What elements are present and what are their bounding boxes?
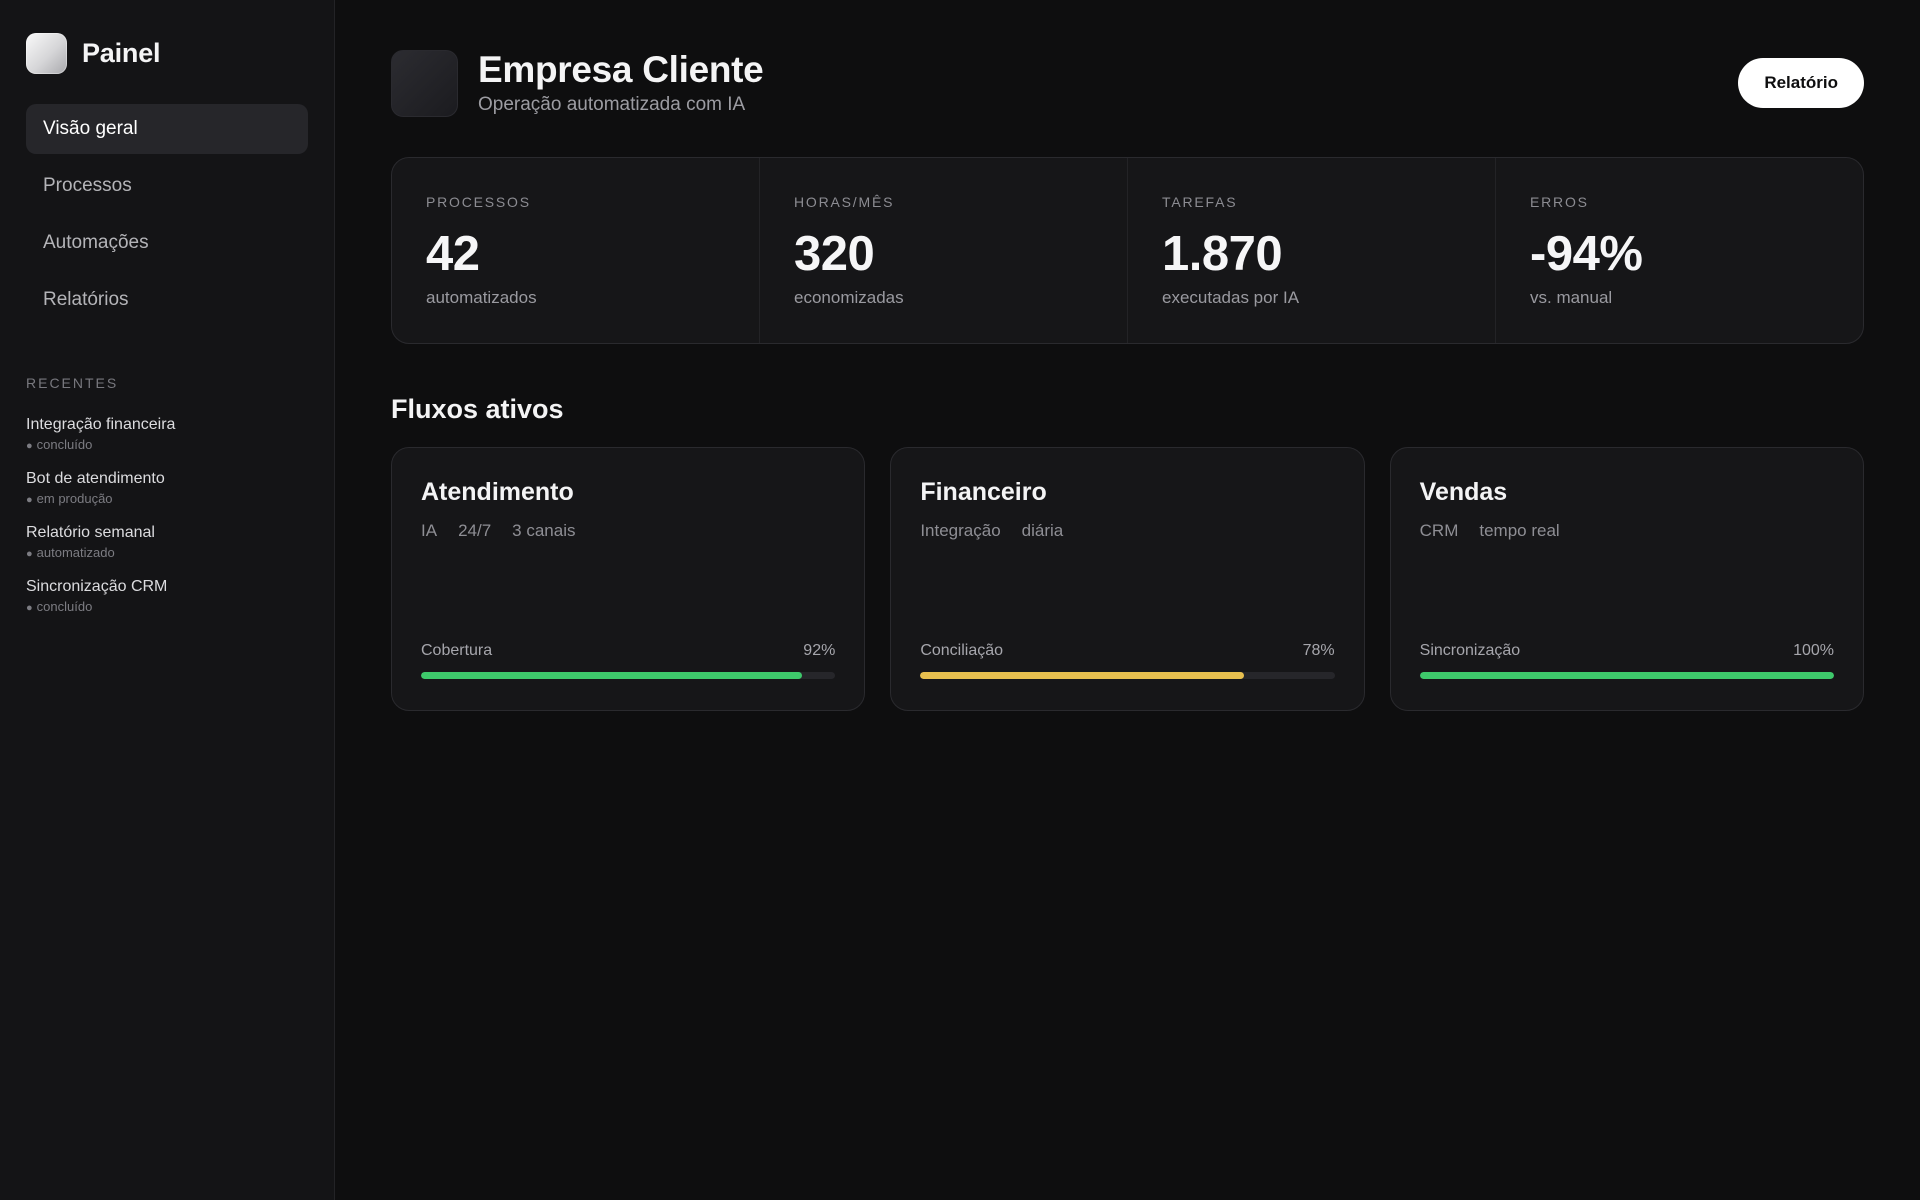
recent-item-status-row: ● em produção (26, 490, 308, 509)
flow-metric-label: Conciliação (920, 642, 1004, 659)
page-title: Empresa Cliente (478, 49, 764, 90)
recent-item-name: Sincronização CRM (26, 578, 168, 595)
stat-erros: ERROS -94% vs. manual (1496, 158, 1863, 343)
recent-section-title: RECENTES (26, 375, 119, 391)
progress-track (421, 672, 836, 679)
stat-processos: PROCESSOS 42 automatizados (392, 158, 760, 343)
section-title: Fluxos ativos (391, 394, 564, 424)
main-content: Empresa Cliente Operação automatizada co… (335, 0, 1920, 1200)
brand-name: Painel (82, 38, 161, 68)
flow-metric: Sincronização 100% (1419, 642, 1834, 679)
flow-metric-row: Conciliação 78% (920, 642, 1334, 660)
flow-title: Financeiro (920, 478, 1047, 506)
nav-item-automacoes[interactable]: Automações (26, 218, 308, 268)
recent-item[interactable]: Bot de atendimento ● em produção (26, 469, 308, 509)
status-dot-icon: ● (26, 548, 33, 560)
nav-item-label: Visão geral (43, 118, 138, 139)
nav-item-processos[interactable]: Processos (26, 161, 308, 211)
flow-metric-value: 92% (803, 642, 836, 659)
progress-track (920, 672, 1335, 679)
nav-item-visao-geral[interactable]: Visão geral (26, 104, 308, 154)
page-header: Empresa Cliente Operação automatizada co… (391, 49, 1864, 117)
recent-list: Integração financeira ● concluído Bot de … (26, 415, 308, 617)
nav-item-label: Automações (43, 232, 149, 253)
app: Painel Visão geral Processos Automações … (0, 0, 1920, 1200)
recent-item[interactable]: Integração financeira ● concluído (26, 415, 308, 455)
flow-card-atendimento[interactable]: Atendimento IA 24/7 3 canais Cobertura 9… (391, 447, 866, 711)
flow-tags: Integração diária (920, 521, 1334, 541)
flow-tag: 24/7 (458, 521, 492, 540)
nav-item-relatorios[interactable]: Relatórios (26, 275, 308, 325)
recent-item-status: automatizado (36, 545, 115, 560)
recent-item-status-row: ● automatizado (26, 544, 308, 563)
recent-item-status-row: ● concluído (26, 598, 308, 617)
header-left: Empresa Cliente Operação automatizada co… (391, 49, 764, 117)
flow-card-vendas[interactable]: Vendas CRM tempo real Sincronização 100% (1389, 447, 1864, 711)
brand[interactable]: Painel (26, 33, 308, 74)
flow-metric-row: Cobertura 92% (421, 642, 835, 660)
flow-tag: CRM (1419, 521, 1459, 540)
stat-sub: vs. manual (1530, 288, 1613, 307)
nav-item-label: Processos (43, 175, 132, 196)
status-dot-icon: ● (26, 440, 33, 452)
flow-title: Atendimento (421, 478, 574, 506)
company-logo-icon (391, 49, 458, 117)
flow-tag: 3 canais (512, 521, 576, 540)
recent-item-name: Relatório semanal (26, 524, 155, 541)
flow-metric: Conciliação 78% (920, 642, 1335, 679)
recent-item-status: concluído (36, 437, 93, 452)
stat-sub: automatizados (426, 288, 537, 307)
flow-tag: IA (421, 521, 438, 540)
recent-item-name: Bot de atendimento (26, 470, 165, 487)
sidebar: Painel Visão geral Processos Automações … (0, 0, 335, 1200)
stat-label: ERROS (1530, 194, 1589, 210)
progress-fill (920, 672, 1244, 679)
flow-metric-row: Sincronização 100% (1420, 642, 1834, 660)
progress-fill (1419, 672, 1834, 679)
stat-sub: executadas por IA (1162, 288, 1300, 307)
recent-item[interactable]: Sincronização CRM ● concluído (26, 577, 308, 617)
stat-horas: HORAS/MÊS 320 economizadas (760, 158, 1128, 343)
progress-fill (421, 672, 803, 679)
flow-tags: CRM tempo real (1420, 521, 1834, 541)
progress-track (1419, 672, 1834, 679)
flows-grid: Atendimento IA 24/7 3 canais Cobertura 9… (391, 447, 1864, 711)
flow-tag: diária (1021, 521, 1064, 540)
stats-panel: PROCESSOS 42 automatizados HORAS/MÊS 320… (391, 157, 1864, 344)
flow-tags: IA 24/7 3 canais (421, 521, 835, 541)
recent-item-status: em produção (36, 491, 113, 506)
brand-logo-icon (26, 33, 67, 74)
report-button[interactable]: Relatório (1738, 58, 1864, 108)
stat-tarefas: TAREFAS 1.870 executadas por IA (1128, 158, 1496, 343)
stat-label: PROCESSOS (426, 194, 531, 210)
status-dot-icon: ● (26, 602, 33, 614)
status-dot-icon: ● (26, 494, 33, 506)
stat-label: TAREFAS (1162, 194, 1238, 210)
nav-item-label: Relatórios (43, 289, 129, 310)
stat-value: 320 (794, 227, 875, 281)
sidebar-nav: Visão geral Processos Automações Relatór… (26, 104, 308, 325)
flow-card-financeiro[interactable]: Financeiro Integração diária Conciliação… (890, 447, 1365, 711)
flow-tag: tempo real (1479, 521, 1560, 540)
flow-metric-value: 78% (1302, 642, 1335, 659)
stat-sub: economizadas (794, 288, 904, 307)
flow-metric: Cobertura 92% (421, 642, 836, 679)
page-subtitle: Operação automatizada com IA (478, 94, 746, 115)
flow-metric-label: Cobertura (421, 642, 493, 659)
flow-title: Vendas (1419, 478, 1508, 506)
stat-value: -94% (1530, 227, 1643, 281)
flow-tag: Integração (920, 521, 1001, 540)
header-text: Empresa Cliente Operação automatizada co… (478, 49, 764, 116)
recent-item[interactable]: Relatório semanal ● automatizado (26, 523, 308, 563)
stat-label: HORAS/MÊS (794, 194, 895, 210)
recent-item-name: Integração financeira (26, 416, 176, 433)
stat-value: 42 (426, 227, 480, 281)
recent-item-status-row: ● concluído (26, 436, 308, 455)
stat-value: 1.870 (1162, 227, 1283, 281)
flow-metric-value: 100% (1793, 642, 1834, 659)
recent-item-status: concluído (36, 599, 93, 614)
flow-metric-label: Sincronização (1419, 642, 1521, 659)
